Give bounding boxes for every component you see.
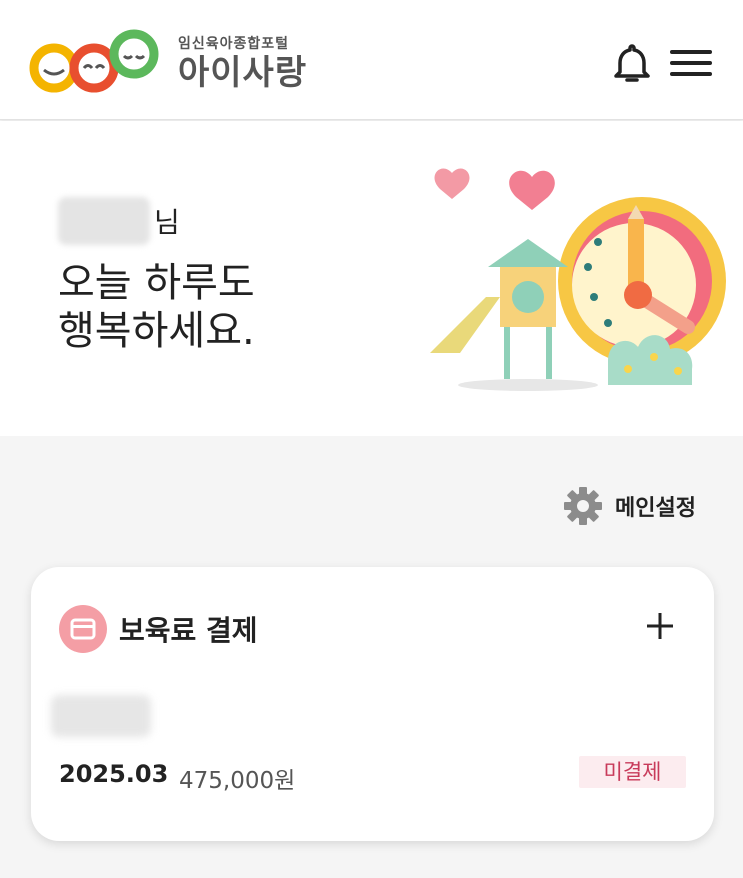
payment-status-badge: 미결제: [579, 756, 686, 788]
gear-icon: [564, 487, 602, 525]
card-icon: [59, 605, 107, 653]
bell-icon[interactable]: [613, 42, 651, 84]
hamburger-menu-icon[interactable]: [670, 48, 712, 78]
user-name-blurred: [58, 197, 150, 245]
playground-clock-illustration: [430, 168, 726, 391]
settings-label: 메인설정: [615, 496, 696, 521]
greeting-section: 님 오늘 하루도 행복하세요.: [0, 121, 743, 436]
main-settings-button[interactable]: 메인설정: [563, 486, 696, 526]
logo-text: 임신육아종합포털 아이사랑: [178, 33, 307, 93]
logo-title: 아이사랑: [178, 53, 308, 93]
payment-amount: 475,000원: [179, 768, 296, 794]
childcare-payment-card[interactable]: 보육료 결제 2025.03 475,000원 미결제: [31, 567, 714, 841]
greeting-text: 오늘 하루도 행복하세요.: [58, 259, 255, 355]
user-name-row: 님: [58, 197, 180, 245]
plus-icon[interactable]: [645, 611, 675, 641]
child-name-blurred: [51, 695, 151, 737]
payment-date: 2025.03: [59, 760, 169, 788]
logo[interactable]: 임신육아종합포털 아이사랑: [28, 26, 307, 100]
logo-mark-icon: [29, 29, 159, 93]
greeting-line-1: 오늘 하루도: [58, 260, 255, 306]
name-suffix: 님: [154, 206, 180, 239]
app-header: 임신육아종합포털 아이사랑: [0, 0, 743, 120]
logo-subtitle: 임신육아종합포털: [178, 36, 290, 52]
card-title: 보육료 결제: [119, 614, 258, 647]
greeting-line-2: 행복하세요.: [58, 308, 255, 354]
